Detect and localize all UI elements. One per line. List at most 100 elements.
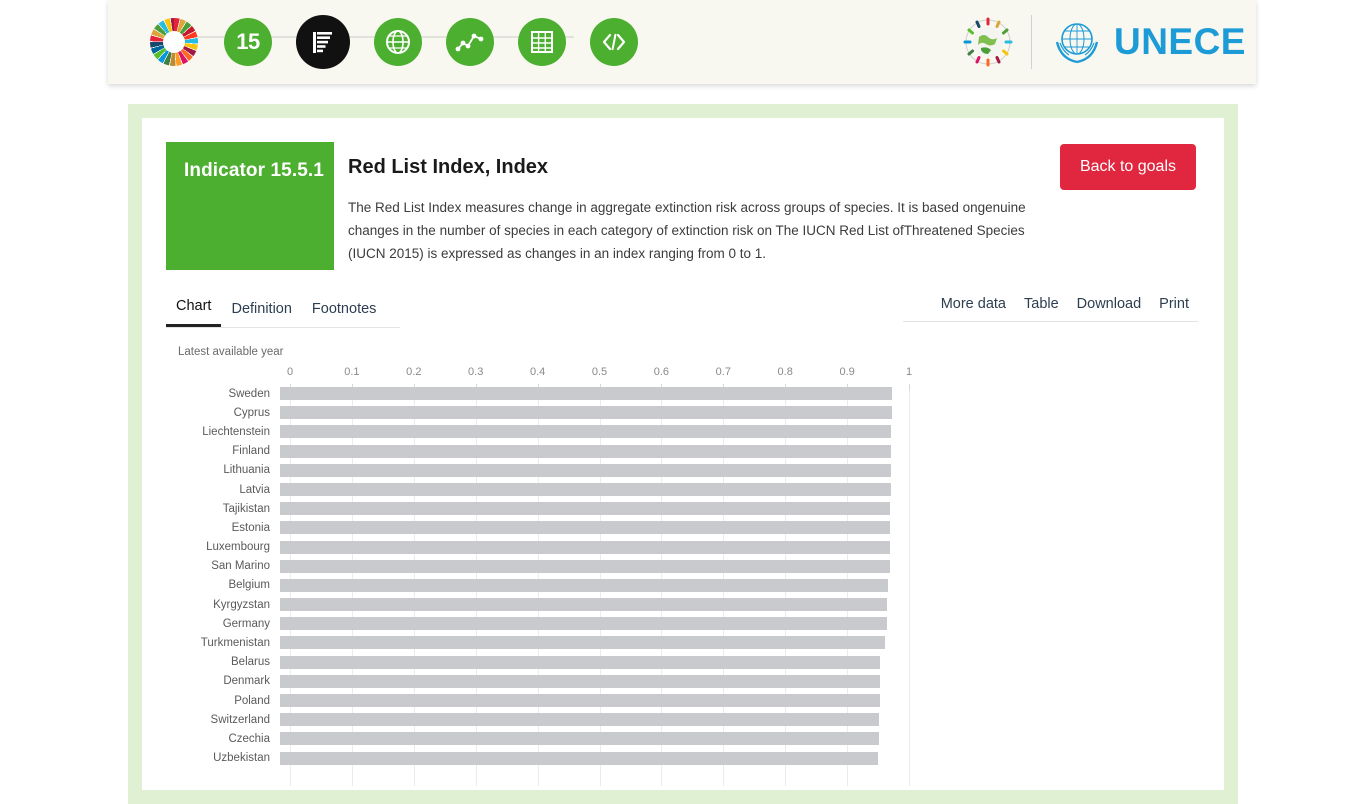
bar[interactable] [280,387,892,400]
goal-15-icon[interactable]: 15 [224,18,272,66]
bar-row[interactable]: Liechtenstein [166,422,1200,441]
bar-row[interactable]: Belgium [166,576,1200,595]
action-links: More data Table Download Print [903,290,1198,322]
x-axis-tick-labels: 0 0.1 0.2 0.3 0.4 0.5 0.6 0.7 0.8 0.9 1 [287,366,912,384]
print-link[interactable]: Print [1150,290,1198,321]
bar-row[interactable]: Switzerland [166,710,1200,729]
bar[interactable] [280,559,891,573]
bar-row[interactable]: Luxembourg [166,538,1200,557]
bar[interactable] [280,655,881,669]
bar-row-label: Turkmenistan [200,637,270,650]
chart-caption: Latest available year [178,346,284,358]
bar-track [280,499,899,518]
bar[interactable] [280,425,891,439]
bar[interactable] [280,521,891,535]
x-tick-0.9: 0.9 [839,366,855,378]
bar[interactable] [280,694,880,707]
code-icon[interactable] [590,18,638,66]
bar-row-label: Belarus [231,656,270,669]
content-frame: Indicator 15.5.1 Red List Index, Index T… [128,104,1238,804]
bar-row[interactable]: Sweden [166,384,1200,403]
bar-row-label: Kyrgyzstan [213,598,270,611]
bar-row[interactable]: Czechia [166,729,1200,748]
bar-row-label: San Marino [211,560,270,573]
bar[interactable] [280,617,887,631]
bar-row-label: Switzerland [210,713,270,726]
bar-track [280,729,899,748]
x-tick-0.7: 0.7 [715,366,731,378]
download-link[interactable]: Download [1068,290,1151,321]
bar-row[interactable]: Estonia [166,518,1200,537]
bar-row-label: Tajikistan [222,502,270,515]
tab-definition[interactable]: Definition [221,295,301,327]
bar-row[interactable]: San Marino [166,557,1200,576]
chart-area: Latest available year 0 0.1 0.2 0.3 0.4 0.5 0.… [166,346,1200,790]
x-tick-0.4: 0.4 [529,366,546,378]
bar[interactable] [280,406,892,420]
more-data-link[interactable]: More data [932,290,1015,321]
bar-row-label: Lithuania [223,464,270,477]
bar-row-label: Cyprus [233,406,270,419]
bar[interactable] [280,674,881,688]
x-tick-0.2: 0.2 [406,366,422,378]
bar[interactable] [280,732,879,746]
bar-track [280,518,899,537]
bar[interactable] [280,482,891,496]
indicator-badge: Indicator 15.5.1 [166,142,334,270]
bar[interactable] [280,540,891,554]
bar-track [280,403,899,422]
x-tick-0.1: 0.1 [344,366,360,378]
bar-track [280,557,899,576]
indicator-description: The Red List Index measures change in ag… [348,200,1026,262]
tab-chart[interactable]: Chart [166,292,222,327]
chart-bars-icon[interactable] [296,15,350,69]
bar-row-label: Uzbekistan [213,752,270,765]
bar-row[interactable]: Denmark [166,672,1200,691]
bar-row-label: Germany [222,617,270,630]
sdg-wheel-icon[interactable] [148,16,200,68]
trend-line-icon[interactable] [446,18,494,66]
globe-icon[interactable] [374,18,422,66]
bar-row[interactable]: Poland [166,691,1200,710]
tab-footnotes[interactable]: Footnotes [302,295,387,327]
bar[interactable] [280,502,891,516]
bar[interactable] [280,713,880,727]
back-to-goals-button[interactable]: Back to goals [1059,144,1196,190]
bar[interactable] [280,598,888,612]
bar-row[interactable]: Lithuania [166,461,1200,480]
bar-track [280,633,899,652]
table-grid-icon[interactable] [518,18,566,66]
bar-chart: 0 0.1 0.2 0.3 0.4 0.5 0.6 0.7 0.8 0.9 1 Sweden Cypr… [166,366,1200,786]
logo-divider [1030,15,1032,69]
bar[interactable] [280,444,891,458]
bar-row[interactable]: Germany [166,614,1200,633]
goal-15-number: 15 [236,29,260,54]
bar-row[interactable]: Kyrgyzstan [166,595,1200,614]
bar-row-label: Luxembourg [206,541,270,554]
bar-row[interactable]: Belarus [166,653,1200,672]
bar-row[interactable]: Finland [166,442,1200,461]
bar-track [280,461,899,480]
top-navigation-bar: 15 UNECE [108,0,1256,84]
bar[interactable] [280,636,886,650]
bar-row[interactable]: Tajikistan [166,499,1200,518]
bar-row[interactable]: Turkmenistan [166,633,1200,652]
bar[interactable] [280,578,888,592]
bar-track [280,384,899,403]
bar[interactable] [280,463,891,477]
bar[interactable] [280,751,878,765]
bar-track [280,538,899,557]
bar-rows: Sweden Cyprus Liechtenstein Finland Lithuani… [166,384,1200,786]
unece-wordmark: UNECE [1113,21,1246,62]
bar-row[interactable]: Cyprus [166,403,1200,422]
bar-row-label: Liechtenstein [202,425,270,438]
bar-row[interactable]: Uzbekistan [166,749,1200,768]
indicator-badge-label: Indicator 15.5.1 [184,160,324,181]
organization-logo-block: UNECE [961,0,1246,84]
bar-row[interactable]: Latvia [166,480,1200,499]
bar-track [280,595,899,614]
bar-track [280,442,899,461]
table-link[interactable]: Table [1015,290,1068,321]
bar-row-label: Denmark [223,675,270,688]
x-tick-0.8: 0.8 [777,366,793,378]
